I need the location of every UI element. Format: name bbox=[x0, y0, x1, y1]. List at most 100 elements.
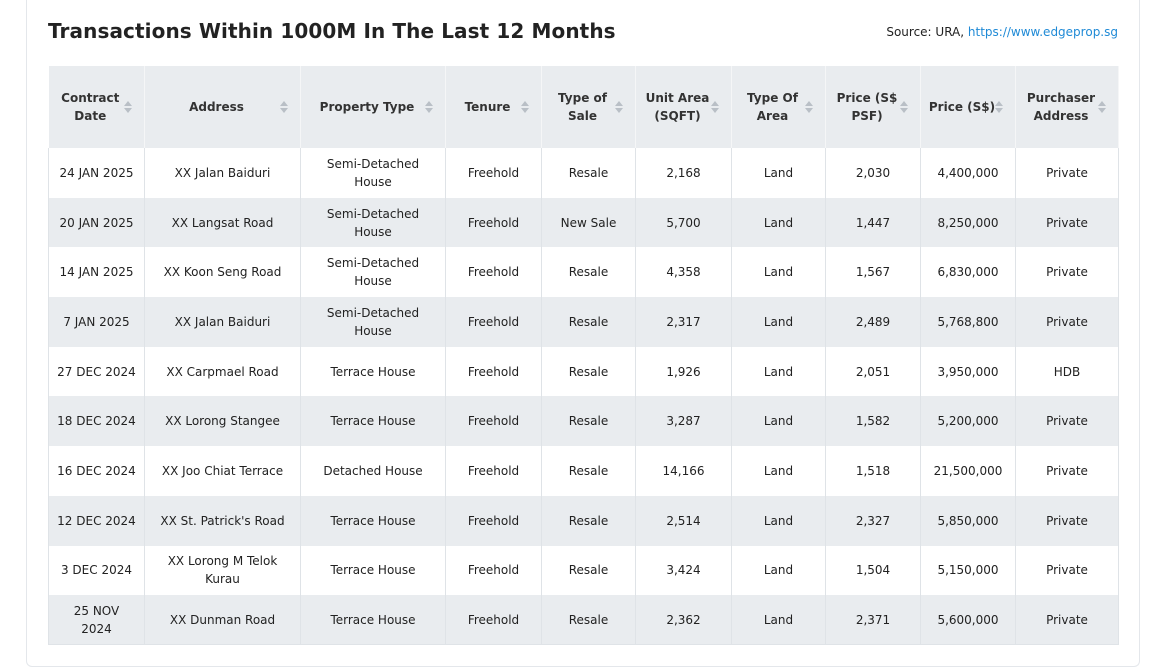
column-header-label: Address bbox=[189, 100, 244, 114]
cell-property-type: Semi-Detached House bbox=[300, 247, 446, 298]
column-header-price-psf[interactable]: Price (S$ PSF) bbox=[825, 66, 921, 148]
cell-property-type: Terrace House bbox=[300, 396, 446, 447]
column-header-type-of-area[interactable]: Type Of Area bbox=[731, 66, 826, 148]
column-header-type-of-sale[interactable]: Type of Sale bbox=[541, 66, 636, 148]
cell-address: XX Jalan Baiduri bbox=[144, 297, 301, 347]
column-header-tenure[interactable]: Tenure bbox=[445, 66, 542, 148]
cell-address: XX St. Patrick's Road bbox=[144, 495, 301, 546]
table-row: 7 JAN 2025 XX Jalan Baiduri Semi-Detached … bbox=[48, 297, 1119, 347]
table-row: 18 DEC 2024 XX Lorong Stangee Terrace Hous… bbox=[48, 396, 1119, 447]
cell-address: XX Jalan Baiduri bbox=[144, 148, 301, 198]
sort-icon[interactable] bbox=[1098, 101, 1106, 113]
cell-unit-area: 2,317 bbox=[635, 297, 732, 347]
column-header-property-type[interactable]: Property Type bbox=[300, 66, 446, 148]
cell-address: XX Carpmael Road bbox=[144, 346, 301, 397]
cell-unit-area: 3,287 bbox=[635, 396, 732, 447]
cell-type-of-sale: Resale bbox=[541, 247, 636, 298]
cell-tenure: Freehold bbox=[445, 396, 542, 447]
sort-icon[interactable] bbox=[900, 101, 908, 113]
cell-price-psf: 1,518 bbox=[825, 446, 921, 496]
cell-price-psf: 1,447 bbox=[825, 197, 921, 248]
cell-type-of-sale: Resale bbox=[541, 396, 636, 447]
cell-purchaser-address: Private bbox=[1015, 595, 1119, 646]
cell-type-of-sale: Resale bbox=[541, 545, 636, 596]
cell-type-of-sale: Resale bbox=[541, 297, 636, 347]
cell-unit-area: 4,358 bbox=[635, 247, 732, 298]
cell-tenure: Freehold bbox=[445, 148, 542, 198]
column-header-label: Unit Area (SQFT) bbox=[645, 91, 710, 123]
cell-address: XX Joo Chiat Terrace bbox=[144, 446, 301, 496]
column-header-unit-area[interactable]: Unit Area (SQFT) bbox=[635, 66, 732, 148]
cell-address: XX Koon Seng Road bbox=[144, 247, 301, 298]
cell-unit-area: 2,514 bbox=[635, 495, 732, 546]
column-header-price[interactable]: Price (S$) bbox=[920, 66, 1016, 148]
cell-purchaser-address: Private bbox=[1015, 297, 1119, 347]
cell-price: 3,950,000 bbox=[920, 346, 1016, 397]
cell-contract-date: 24 JAN 2025 bbox=[48, 148, 145, 198]
source-label: Source: URA, bbox=[886, 25, 968, 39]
cell-contract-date: 3 DEC 2024 bbox=[48, 545, 145, 596]
cell-price: 5,768,800 bbox=[920, 297, 1016, 347]
source-link[interactable]: https://www.edgeprop.sg bbox=[968, 25, 1118, 39]
section-title: Transactions Within 1000M In The Last 12… bbox=[48, 19, 616, 43]
cell-tenure: Freehold bbox=[445, 446, 542, 496]
cell-property-type: Detached House bbox=[300, 446, 446, 496]
sort-icon[interactable] bbox=[521, 101, 529, 113]
cell-type-of-sale: Resale bbox=[541, 495, 636, 546]
sort-icon[interactable] bbox=[805, 101, 813, 113]
cell-unit-area: 3,424 bbox=[635, 545, 732, 596]
table-row: 24 JAN 2025 XX Jalan Baiduri Semi-Detached… bbox=[48, 148, 1119, 198]
cell-purchaser-address: Private bbox=[1015, 197, 1119, 248]
cell-property-type: Terrace House bbox=[300, 595, 446, 646]
cell-contract-date: 7 JAN 2025 bbox=[48, 297, 145, 347]
cell-price: 5,850,000 bbox=[920, 495, 1016, 546]
column-header-address[interactable]: Address bbox=[144, 66, 301, 148]
table-row: 27 DEC 2024 XX Carpmael Road Terrace House… bbox=[48, 346, 1119, 397]
cell-price-psf: 1,582 bbox=[825, 396, 921, 447]
sort-icon[interactable] bbox=[124, 101, 132, 113]
column-header-label: Price (S$ PSF) bbox=[836, 91, 898, 123]
cell-type-of-area: Land bbox=[731, 197, 826, 248]
cell-price-psf: 1,567 bbox=[825, 247, 921, 298]
cell-type-of-area: Land bbox=[731, 148, 826, 198]
column-header-label: Purchaser Address bbox=[1026, 91, 1096, 123]
cell-type-of-area: Land bbox=[731, 545, 826, 596]
cell-type-of-sale: Resale bbox=[541, 595, 636, 646]
sort-icon[interactable] bbox=[280, 101, 288, 113]
cell-type-of-area: Land bbox=[731, 495, 826, 546]
sort-icon[interactable] bbox=[995, 101, 1003, 113]
column-header-label: Tenure bbox=[464, 100, 511, 114]
table-body: 24 JAN 2025 XX Jalan Baiduri Semi-Detached… bbox=[48, 148, 1119, 646]
cell-purchaser-address: Private bbox=[1015, 247, 1119, 298]
cell-property-type: Semi-Detached House bbox=[300, 148, 446, 198]
column-header-contract-date[interactable]: Contract Date bbox=[48, 66, 145, 148]
cell-price: 6,830,000 bbox=[920, 247, 1016, 298]
sort-icon[interactable] bbox=[615, 101, 623, 113]
cell-address: XX Lorong Stangee bbox=[144, 396, 301, 447]
table-row: 25 NOV 2024 XX Dunman Road Terrace House Fr… bbox=[48, 595, 1119, 646]
cell-type-of-area: Land bbox=[731, 346, 826, 397]
cell-purchaser-address: HDB bbox=[1015, 346, 1119, 397]
cell-type-of-sale: New Sale bbox=[541, 197, 636, 248]
column-header-label: Contract Date bbox=[61, 91, 120, 123]
sort-icon[interactable] bbox=[425, 101, 433, 113]
column-header-label: Property Type bbox=[319, 100, 415, 114]
cell-price: 4,400,000 bbox=[920, 148, 1016, 198]
cell-price: 21,500,000 bbox=[920, 446, 1016, 496]
cell-price: 8,250,000 bbox=[920, 197, 1016, 248]
table-row: 20 JAN 2025 XX Langsat Road Semi-Detached … bbox=[48, 197, 1119, 248]
cell-type-of-sale: Resale bbox=[541, 148, 636, 198]
cell-tenure: Freehold bbox=[445, 545, 542, 596]
column-header-purchaser-address[interactable]: Purchaser Address bbox=[1015, 66, 1119, 148]
cell-purchaser-address: Private bbox=[1015, 396, 1119, 447]
cell-tenure: Freehold bbox=[445, 297, 542, 347]
sort-icon[interactable] bbox=[711, 101, 719, 113]
table-row: 14 JAN 2025 XX Koon Seng Road Semi-Detache… bbox=[48, 247, 1119, 298]
column-header-label: Type of Sale bbox=[558, 91, 607, 123]
cell-tenure: Freehold bbox=[445, 495, 542, 546]
cell-contract-date: 14 JAN 2025 bbox=[48, 247, 145, 298]
table-header-row: Contract Date Address Property Type Tenure T… bbox=[48, 66, 1119, 148]
cell-price-psf: 2,051 bbox=[825, 346, 921, 397]
cell-contract-date: 27 DEC 2024 bbox=[48, 346, 145, 397]
cell-unit-area: 2,168 bbox=[635, 148, 732, 198]
